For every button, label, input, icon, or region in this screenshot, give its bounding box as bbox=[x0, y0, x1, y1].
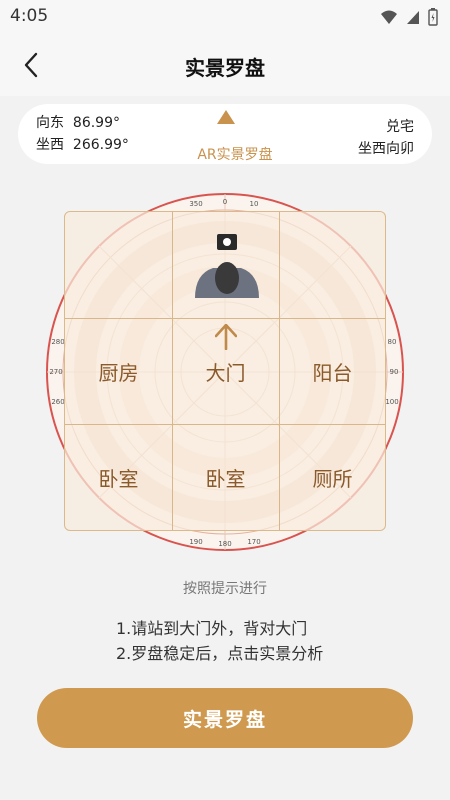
degree-label: 80 bbox=[388, 338, 397, 346]
degree-label: 100 bbox=[385, 398, 398, 406]
degree-label: 180 bbox=[218, 540, 231, 548]
hint-step: 2.罗盘稳定后，点击实景分析 bbox=[116, 644, 324, 663]
sitting-degree: 266.99° bbox=[72, 137, 129, 153]
direction-readout: 向东 86.99° 坐西 266.99° bbox=[36, 112, 129, 156]
hint-step: 1.请站到大门外，背对大门 bbox=[116, 619, 308, 638]
degree-label: 190 bbox=[189, 538, 202, 546]
room-grid: 厨房 大门 阳台 卧室 卧室 厕所 bbox=[64, 211, 386, 531]
signal-icon bbox=[407, 11, 419, 24]
direction-info-card: 向东 86.99° 坐西 266.99° 兑宅 坐西向卯 AR实景罗盘 bbox=[18, 104, 432, 164]
status-time: 4:05 bbox=[10, 6, 49, 26]
nav-bar: 实景罗盘 bbox=[0, 34, 450, 96]
room-cell-bedroom[interactable]: 卧室 bbox=[65, 424, 172, 530]
room-cell-toilet[interactable]: 厕所 bbox=[279, 424, 386, 530]
battery-icon bbox=[428, 8, 438, 26]
hint-steps: 1.请站到大门外，背对大门 2.罗盘稳定后，点击实景分析 bbox=[116, 616, 323, 666]
house-type: 兑宅 bbox=[386, 119, 414, 135]
sitting-label: 坐西 bbox=[36, 137, 64, 153]
status-bar: 4:05 bbox=[0, 0, 450, 34]
degree-label: 270 bbox=[49, 368, 62, 376]
room-cell-kitchen[interactable]: 厨房 bbox=[65, 318, 172, 424]
status-icons bbox=[380, 8, 438, 26]
degree-label: 280 bbox=[51, 338, 64, 346]
degree-label: 260 bbox=[51, 398, 64, 406]
ar-compass-button[interactable]: 实景罗盘 bbox=[37, 688, 413, 748]
degree-label: 170 bbox=[247, 538, 260, 546]
ar-compass-tag: AR实景罗盘 bbox=[197, 147, 273, 163]
room-cell-main-door[interactable]: 大门 bbox=[172, 318, 279, 424]
person-icon bbox=[195, 234, 259, 298]
room-cell-balcony[interactable]: 阳台 bbox=[279, 318, 386, 424]
hint-title: 按照提示进行 bbox=[183, 581, 267, 597]
facing-degree: 86.99° bbox=[72, 115, 120, 131]
degree-label: 350 bbox=[189, 200, 202, 208]
house-readout: 兑宅 坐西向卯 bbox=[358, 116, 414, 160]
degree-label: 10 bbox=[250, 200, 259, 208]
degree-label: 90 bbox=[390, 368, 399, 376]
facing-label: 向东 bbox=[36, 115, 64, 131]
page-title: 实景罗盘 bbox=[185, 56, 265, 80]
wifi-icon bbox=[381, 10, 397, 24]
room-cell-bedroom[interactable]: 卧室 bbox=[172, 424, 279, 530]
house-orientation: 坐西向卯 bbox=[358, 141, 414, 157]
degree-label: 0 bbox=[223, 198, 227, 206]
compass-area: 350 0 10 80 90 100 170 180 190 260 270 2… bbox=[0, 176, 450, 556]
pointer-triangle-icon bbox=[217, 110, 235, 124]
